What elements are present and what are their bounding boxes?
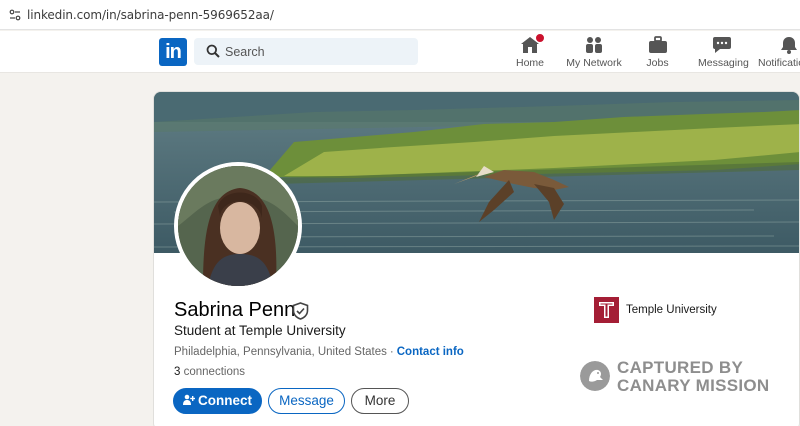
url-text[interactable]: linkedin.com/in/sabrina-penn-5969652aa/ [27,8,274,22]
nav-item-jobs[interactable]: Jobs [645,36,670,72]
briefcase-icon [648,36,668,54]
profile-location-line: Philadelphia, Pennsylvania, United State… [174,346,464,358]
separator: · [389,346,394,358]
network-icon [584,36,604,54]
search-input[interactable]: Search [194,38,418,65]
connections-count: 3 [174,366,181,378]
add-person-icon [183,394,195,405]
home-icon [520,33,545,54]
profile-card: Sabrina Penn Student at Temple Universit… [153,91,800,426]
linkedin-logo[interactable]: in [159,38,187,66]
search-placeholder: Search [225,45,265,59]
watermark-line-2: CANARY MISSION [617,376,770,395]
profile-location: Philadelphia, Pennsylvania, United State… [174,346,387,358]
nav-item-messaging[interactable]: Messaging [698,36,749,72]
verified-shield-icon[interactable] [292,302,309,320]
site-settings-icon[interactable] [9,9,21,21]
message-button[interactable]: Message [268,388,345,414]
nav-item-label: Messaging [698,57,749,69]
profile-headline: Student at Temple University [174,323,346,338]
connect-label: Connect [198,393,252,408]
profile-name: Sabrina Penn [174,299,296,321]
connect-button[interactable]: Connect [173,388,262,414]
notification-badge [535,33,545,43]
top-navbar: in Search Home My Network Jobs Messaging… [0,31,800,73]
messaging-icon [712,36,732,54]
canary-mission-watermark: CAPTURED BY CANARY MISSION [580,358,780,398]
temple-university-logo [594,297,619,323]
canary-bird-icon [580,361,610,391]
more-button[interactable]: More [351,388,409,414]
browser-address-bar[interactable]: linkedin.com/in/sabrina-penn-5969652aa/ [0,0,800,30]
nav-item-my-network[interactable]: My Network [565,36,623,72]
nav-item-label: Jobs [646,57,669,69]
contact-info-link[interactable]: Contact info [397,346,464,358]
nav-item-home[interactable]: Home [515,33,545,72]
watermark-line-1: CAPTURED BY [617,358,744,377]
profile-photo[interactable] [174,162,302,290]
nav-item-notifications[interactable]: Notifications [758,36,800,72]
search-icon [206,44,220,58]
school-name: Temple University [626,304,717,316]
nav-item-label: My Network [566,57,622,69]
connections-label: connections [183,366,245,378]
nav-item-label: Notifications [758,57,800,69]
nav-item-label: Home [515,57,544,69]
bell-icon [779,36,799,54]
connections-line[interactable]: 3 connections [174,366,245,378]
